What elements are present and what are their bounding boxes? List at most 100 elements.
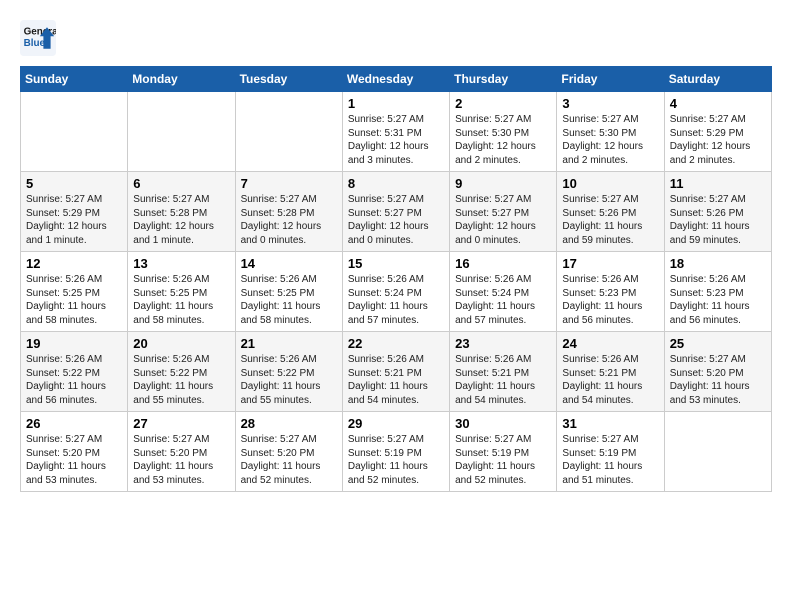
day-info: Sunrise: 5:26 AM Sunset: 5:21 PM Dayligh… [455,353,551,407]
header: General Blue [20,20,772,56]
day-info: Sunrise: 5:26 AM Sunset: 5:23 PM Dayligh… [670,273,766,327]
page: General Blue SundayMondayTuesdayWednesda… [0,0,792,502]
day-info: Sunrise: 5:27 AM Sunset: 5:19 PM Dayligh… [455,433,551,487]
logo: General Blue [20,20,60,56]
calendar-day-cell: 13 Sunrise: 5:26 AM Sunset: 5:25 PM Dayli… [128,252,235,332]
calendar-day-cell [664,412,771,492]
calendar-day-cell: 24 Sunrise: 5:26 AM Sunset: 5:21 PM Dayli… [557,332,664,412]
calendar-day-cell: 17Sunrise: 5:26 AM Sunset: 5:23 PM Dayli… [557,252,664,332]
calendar-day-cell: 12 Sunrise: 5:26 AM Sunset: 5:25 PM Dayli… [21,252,128,332]
day-info: Sunrise: 5:26 AM Sunset: 5:23 PM Dayligh… [562,273,658,327]
day-info: Sunrise: 5:27 AM Sunset: 5:19 PM Dayligh… [562,433,658,487]
day-number: 13 [133,256,229,271]
day-number: 26 [26,416,122,431]
calendar-day-cell: 29 Sunrise: 5:27 AM Sunset: 5:19 PM Dayli… [342,412,449,492]
weekday-header-cell: Saturday [664,67,771,92]
calendar-day-cell: 27Sunrise: 5:27 AM Sunset: 5:20 PM Dayli… [128,412,235,492]
day-info: Sunrise: 5:27 AM Sunset: 5:29 PM Dayligh… [26,193,122,247]
day-number: 29 [348,416,444,431]
day-info: Sunrise: 5:27 AM Sunset: 5:28 PM Dayligh… [133,193,229,247]
day-number: 4 [670,96,766,111]
weekday-header-cell: Thursday [450,67,557,92]
day-number: 20 [133,336,229,351]
calendar-day-cell: 9 Sunrise: 5:27 AM Sunset: 5:27 PM Daylig… [450,172,557,252]
calendar-day-cell: 7 Sunrise: 5:27 AM Sunset: 5:28 PM Daylig… [235,172,342,252]
calendar-day-cell: 18 Sunrise: 5:26 AM Sunset: 5:23 PM Dayli… [664,252,771,332]
calendar-day-cell: 8 Sunrise: 5:27 AM Sunset: 5:27 PM Daylig… [342,172,449,252]
day-info: Sunrise: 5:26 AM Sunset: 5:25 PM Dayligh… [133,273,229,327]
day-info: Sunrise: 5:26 AM Sunset: 5:25 PM Dayligh… [26,273,122,327]
day-number: 24 [562,336,658,351]
day-number: 1 [348,96,444,111]
day-number: 9 [455,176,551,191]
day-info: Sunrise: 5:27 AM Sunset: 5:29 PM Dayligh… [670,113,766,167]
day-number: 25 [670,336,766,351]
calendar-day-cell: 30 Sunrise: 5:27 AM Sunset: 5:19 PM Dayli… [450,412,557,492]
day-number: 8 [348,176,444,191]
day-number: 30 [455,416,551,431]
calendar-day-cell: 11 Sunrise: 5:27 AM Sunset: 5:26 PM Dayli… [664,172,771,252]
day-number: 28 [241,416,337,431]
day-info: Sunrise: 5:27 AM Sunset: 5:27 PM Dayligh… [348,193,444,247]
calendar-day-cell: 4 Sunrise: 5:27 AM Sunset: 5:29 PM Daylig… [664,92,771,172]
day-number: 16 [455,256,551,271]
calendar-week-row: 12 Sunrise: 5:26 AM Sunset: 5:25 PM Dayli… [21,252,772,332]
day-info: Sunrise: 5:27 AM Sunset: 5:30 PM Dayligh… [562,113,658,167]
day-number: 18 [670,256,766,271]
day-info: Sunrise: 5:27 AM Sunset: 5:20 PM Dayligh… [26,433,122,487]
calendar-day-cell: 25 Sunrise: 5:27 AM Sunset: 5:20 PM Dayli… [664,332,771,412]
calendar-week-row: 1 Sunrise: 5:27 AM Sunset: 5:31 PM Daylig… [21,92,772,172]
day-info: Sunrise: 5:26 AM Sunset: 5:21 PM Dayligh… [562,353,658,407]
weekday-header-cell: Wednesday [342,67,449,92]
day-number: 31 [562,416,658,431]
day-number: 22 [348,336,444,351]
day-info: Sunrise: 5:27 AM Sunset: 5:19 PM Dayligh… [348,433,444,487]
day-info: Sunrise: 5:27 AM Sunset: 5:28 PM Dayligh… [241,193,337,247]
calendar-day-cell: 31 Sunrise: 5:27 AM Sunset: 5:19 PM Dayli… [557,412,664,492]
weekday-header-cell: Monday [128,67,235,92]
day-info: Sunrise: 5:26 AM Sunset: 5:24 PM Dayligh… [348,273,444,327]
calendar-day-cell: 22 Sunrise: 5:26 AM Sunset: 5:21 PM Dayli… [342,332,449,412]
calendar-table: SundayMondayTuesdayWednesdayThursdayFrid… [20,66,772,492]
calendar-day-cell: 21Sunrise: 5:26 AM Sunset: 5:22 PM Dayli… [235,332,342,412]
logo-icon: General Blue [20,20,56,56]
day-info: Sunrise: 5:27 AM Sunset: 5:20 PM Dayligh… [133,433,229,487]
day-info: Sunrise: 5:27 AM Sunset: 5:20 PM Dayligh… [670,353,766,407]
day-number: 12 [26,256,122,271]
day-number: 15 [348,256,444,271]
calendar-day-cell: 1 Sunrise: 5:27 AM Sunset: 5:31 PM Daylig… [342,92,449,172]
calendar-day-cell: 5 Sunrise: 5:27 AM Sunset: 5:29 PM Daylig… [21,172,128,252]
calendar-day-cell: 19Sunrise: 5:26 AM Sunset: 5:22 PM Dayli… [21,332,128,412]
calendar-day-cell: 3Sunrise: 5:27 AM Sunset: 5:30 PM Daylig… [557,92,664,172]
day-info: Sunrise: 5:27 AM Sunset: 5:30 PM Dayligh… [455,113,551,167]
calendar-day-cell [21,92,128,172]
day-info: Sunrise: 5:26 AM Sunset: 5:24 PM Dayligh… [455,273,551,327]
calendar-day-cell [128,92,235,172]
calendar-day-cell: 16 Sunrise: 5:26 AM Sunset: 5:24 PM Dayli… [450,252,557,332]
day-number: 23 [455,336,551,351]
day-number: 2 [455,96,551,111]
calendar-day-cell: 10Sunrise: 5:27 AM Sunset: 5:26 PM Dayli… [557,172,664,252]
day-info: Sunrise: 5:27 AM Sunset: 5:26 PM Dayligh… [562,193,658,247]
calendar-week-row: 19Sunrise: 5:26 AM Sunset: 5:22 PM Dayli… [21,332,772,412]
day-info: Sunrise: 5:26 AM Sunset: 5:22 PM Dayligh… [133,353,229,407]
calendar-day-cell: 2 Sunrise: 5:27 AM Sunset: 5:30 PM Daylig… [450,92,557,172]
calendar-body: 1 Sunrise: 5:27 AM Sunset: 5:31 PM Daylig… [21,92,772,492]
calendar-day-cell: 14Sunrise: 5:26 AM Sunset: 5:25 PM Dayli… [235,252,342,332]
svg-text:Blue: Blue [24,38,46,49]
day-number: 11 [670,176,766,191]
calendar-day-cell [235,92,342,172]
day-info: Sunrise: 5:27 AM Sunset: 5:31 PM Dayligh… [348,113,444,167]
weekday-header-cell: Sunday [21,67,128,92]
day-info: Sunrise: 5:26 AM Sunset: 5:22 PM Dayligh… [26,353,122,407]
day-number: 5 [26,176,122,191]
day-info: Sunrise: 5:27 AM Sunset: 5:27 PM Dayligh… [455,193,551,247]
calendar-day-cell: 28Sunrise: 5:27 AM Sunset: 5:20 PM Dayli… [235,412,342,492]
weekday-header-cell: Tuesday [235,67,342,92]
calendar-day-cell: 23 Sunrise: 5:26 AM Sunset: 5:21 PM Dayli… [450,332,557,412]
day-info: Sunrise: 5:26 AM Sunset: 5:21 PM Dayligh… [348,353,444,407]
weekday-header-cell: Friday [557,67,664,92]
day-info: Sunrise: 5:27 AM Sunset: 5:26 PM Dayligh… [670,193,766,247]
day-number: 7 [241,176,337,191]
day-info: Sunrise: 5:26 AM Sunset: 5:22 PM Dayligh… [241,353,337,407]
